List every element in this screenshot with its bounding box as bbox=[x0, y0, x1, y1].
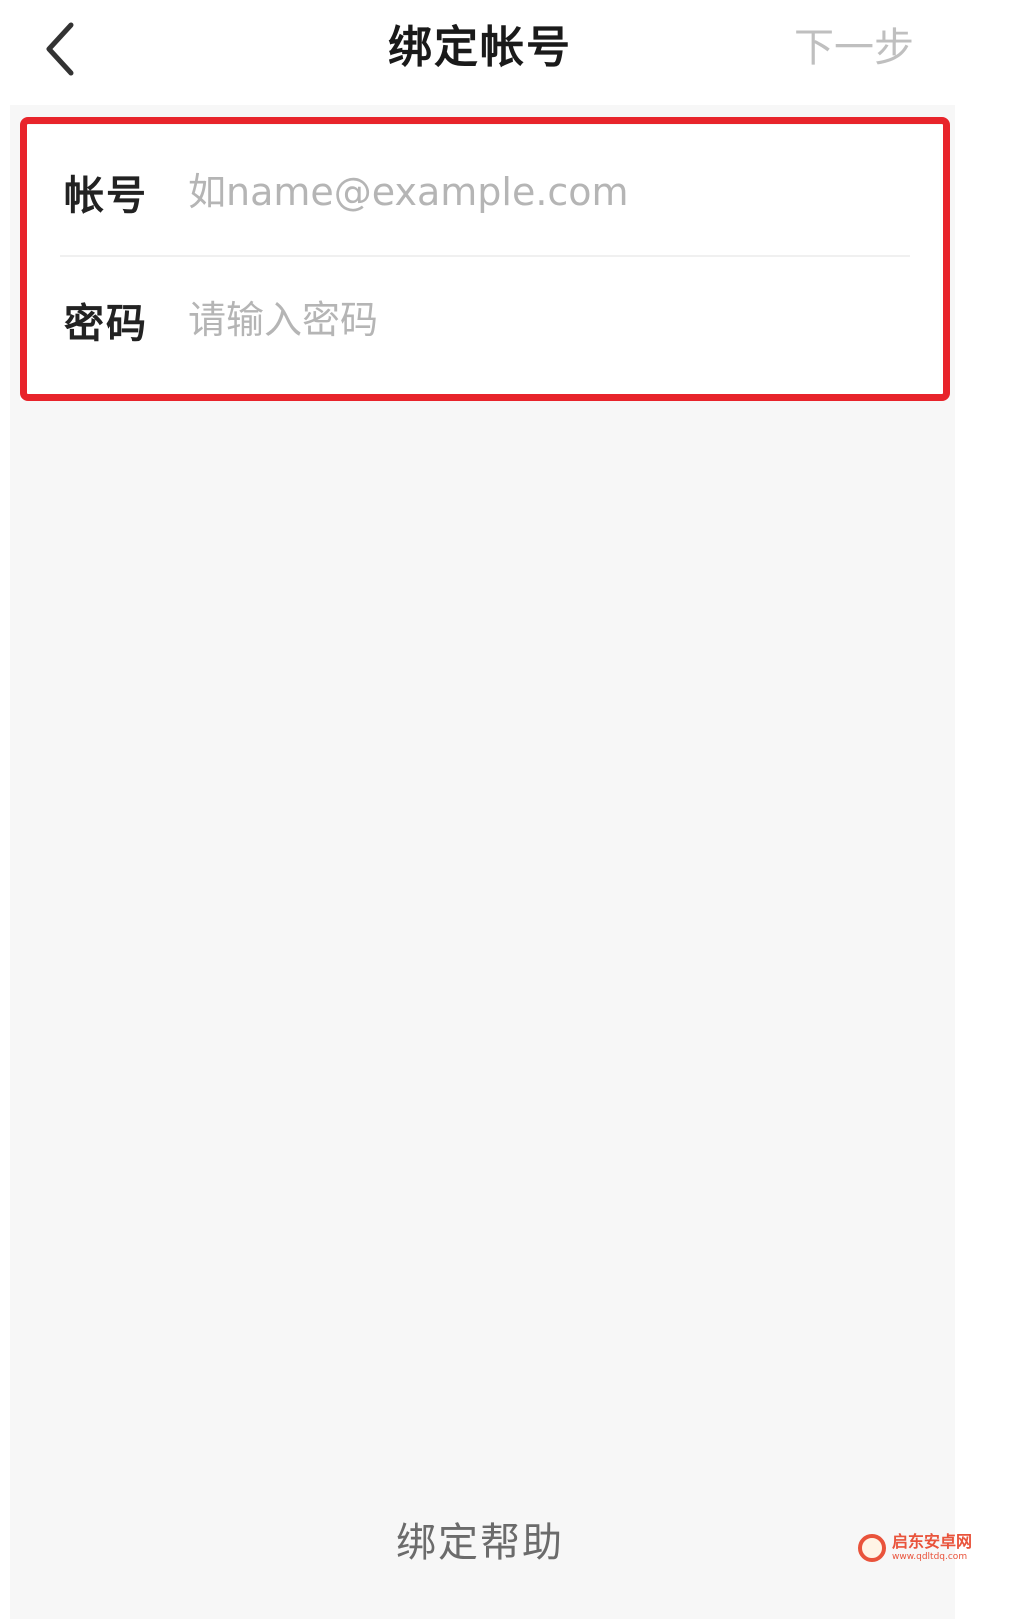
watermark-url: www.qdltdq.com bbox=[892, 1552, 968, 1562]
login-form-card: 帐号 密码 bbox=[20, 125, 945, 400]
account-input[interactable] bbox=[188, 162, 888, 222]
password-input[interactable] bbox=[188, 290, 888, 350]
bind-help-link[interactable]: 绑定帮助 bbox=[0, 1510, 960, 1568]
site-watermark: 启东安卓网 www.qdltdq.com bbox=[858, 1528, 1008, 1568]
password-label: 密码 bbox=[64, 301, 148, 347]
account-label: 帐号 bbox=[64, 173, 148, 219]
watermark-title: 启东安卓网 bbox=[892, 1532, 973, 1551]
bind-account-screen: 绑定帐号 下一步 帐号 密码 绑定帮助 启东安卓网 www.qdltdq.com bbox=[0, 0, 1014, 1619]
next-step-button[interactable]: 下一步 bbox=[794, 0, 914, 100]
top-navigation-bar: 绑定帐号 下一步 bbox=[0, 0, 1014, 105]
password-row: 密码 bbox=[20, 257, 945, 383]
content-area: 帐号 密码 bbox=[10, 105, 955, 1619]
watermark-logo-icon bbox=[858, 1534, 886, 1562]
watermark-text: 启东安卓网 www.qdltdq.com bbox=[892, 1534, 972, 1562]
account-row: 帐号 bbox=[20, 129, 945, 255]
